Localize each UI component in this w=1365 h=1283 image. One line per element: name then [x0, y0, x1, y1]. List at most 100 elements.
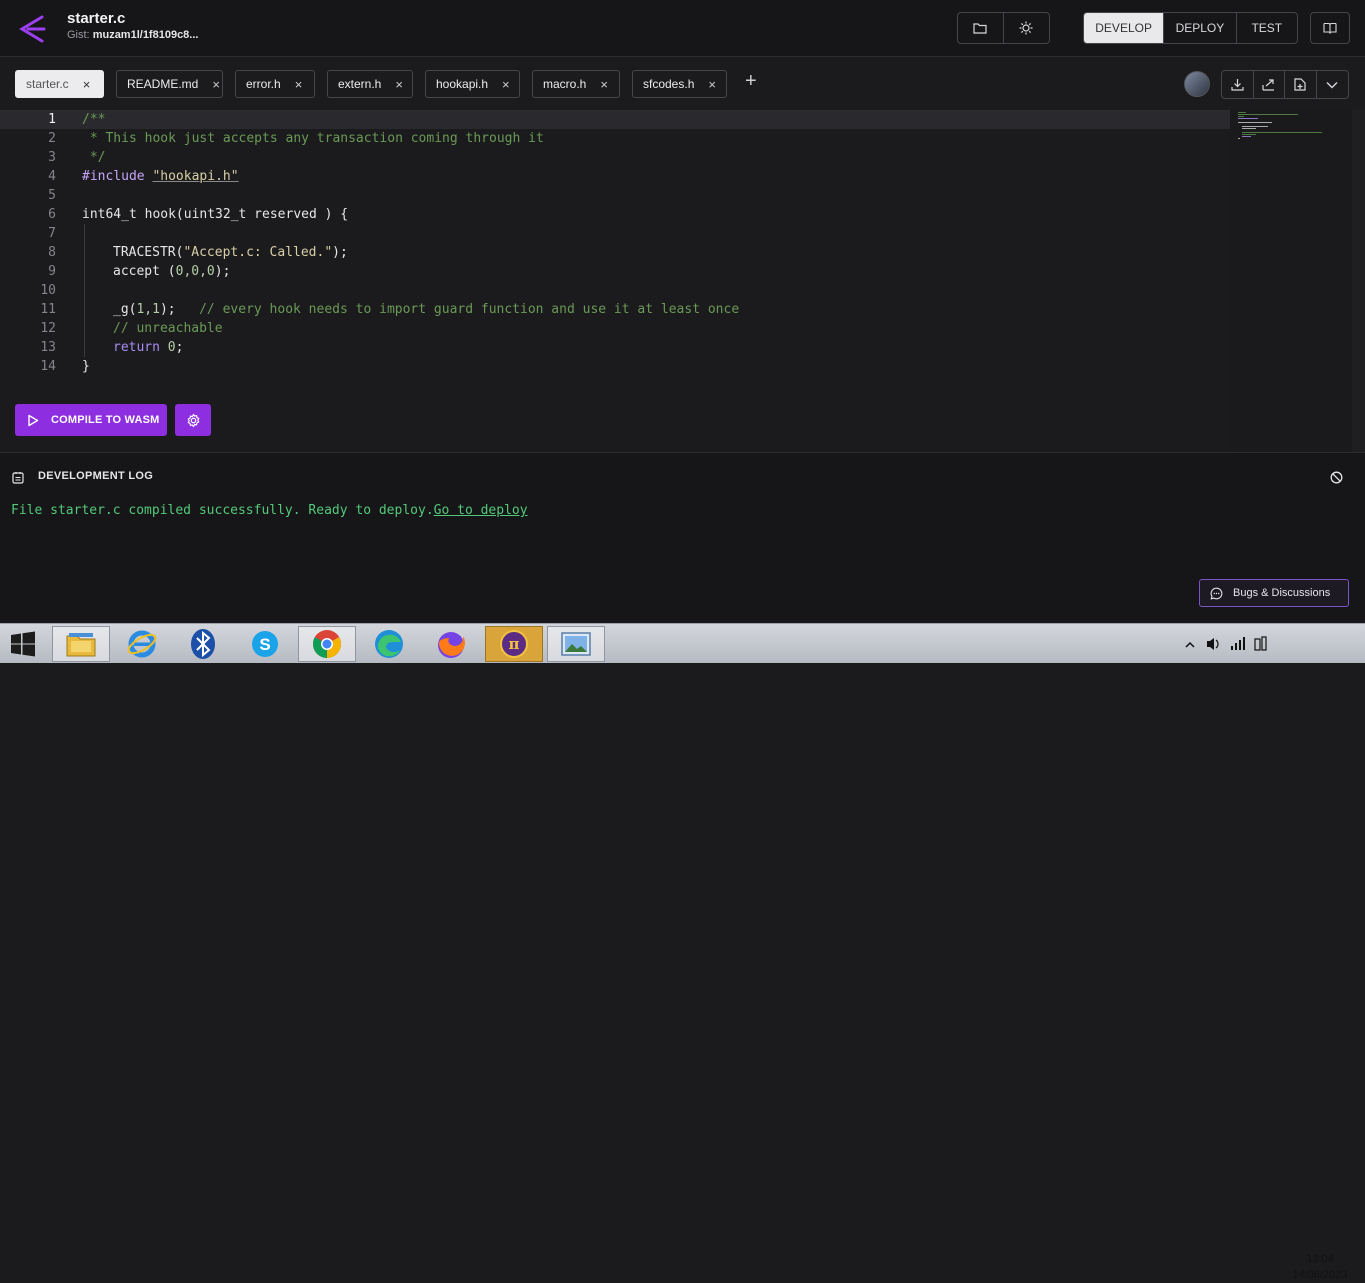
tab-test[interactable]: TEST	[1237, 13, 1297, 43]
more-actions-button[interactable]	[1317, 71, 1348, 98]
file-tab-label: error.h	[246, 77, 281, 91]
close-icon[interactable]: ×	[600, 77, 608, 92]
code-line: 7	[0, 224, 1230, 243]
new-file-button[interactable]	[1285, 71, 1317, 98]
line-number: 6	[48, 207, 56, 222]
code-token: );	[159, 302, 176, 317]
header-tools	[957, 12, 1050, 44]
svg-text:π: π	[509, 635, 520, 653]
line-number: 9	[48, 264, 56, 279]
file-tab-sfcodes-h[interactable]: sfcodes.h ×	[632, 70, 727, 98]
code-line: 11 _g(1,1); // every hook needs to import…	[0, 300, 1230, 319]
taskbar-bluetooth[interactable]	[174, 626, 232, 662]
go-to-deploy-link[interactable]: Go to deploy	[434, 503, 528, 518]
code-line: 14}	[0, 357, 1230, 376]
file-actions	[1221, 70, 1349, 99]
firefox-icon	[438, 632, 465, 658]
open-folder-button[interactable]	[958, 13, 1004, 43]
gist-id[interactable]: muzam1l/1f8109c8...	[93, 29, 199, 41]
editor-scrollbar[interactable]	[1352, 110, 1365, 452]
file-explorer-icon	[66, 633, 96, 657]
sun-icon	[1019, 21, 1033, 35]
close-icon[interactable]: ×	[395, 77, 403, 92]
log-entry: File starter.c compiled successfully. Re…	[11, 503, 528, 518]
code-line: 8 TRACESTR("Accept.c: Called.");	[0, 243, 1230, 262]
close-icon[interactable]: ×	[295, 77, 303, 92]
taskbar-file-explorer[interactable]	[52, 626, 110, 662]
download-button[interactable]	[1222, 71, 1254, 98]
code-line: 9 accept (0,0,0);	[0, 262, 1230, 281]
include-file-link[interactable]: "hookapi.h"	[152, 169, 238, 184]
taskbar-chrome[interactable]	[298, 626, 356, 662]
share-button[interactable]	[1254, 71, 1285, 98]
clear-log-icon[interactable]	[1330, 471, 1343, 484]
taskbar-photos[interactable]	[547, 626, 605, 662]
number-literal: 0,0,0	[175, 264, 215, 279]
code-token: accept (	[113, 264, 176, 279]
code-text: accept (0,0,0);	[113, 264, 230, 279]
file-tab-readme-md[interactable]: README.md ×	[116, 70, 223, 98]
code-text: #include "hookapi.h"	[82, 169, 239, 184]
file-plus-icon	[1294, 78, 1306, 91]
file-tab-error-h[interactable]: error.h ×	[235, 70, 315, 98]
add-file-icon[interactable]: +	[745, 70, 757, 93]
play-icon	[28, 414, 39, 426]
code-line: 6 int64_t hook(uint32_t reserved ) {	[0, 205, 1230, 224]
line-number: 10	[40, 283, 56, 298]
line-number: 3	[48, 150, 56, 165]
chat-icon	[1210, 587, 1223, 600]
file-tab-label: sfcodes.h	[643, 77, 695, 91]
theme-toggle-button[interactable]	[1004, 13, 1050, 43]
code-text: TRACESTR("Accept.c: Called.");	[113, 245, 348, 260]
close-icon[interactable]: ×	[83, 77, 91, 92]
editor-minimap[interactable]	[1230, 110, 1352, 452]
line-number: 8	[48, 245, 56, 260]
code-line: 1 /**	[0, 110, 1230, 129]
compile-label: COMPILE TO WASM	[51, 414, 160, 426]
taskbar-edge[interactable]	[360, 626, 418, 662]
docs-button[interactable]	[1311, 13, 1349, 43]
file-tab-label: macro.h	[543, 77, 587, 91]
system-tray[interactable]	[1183, 636, 1353, 652]
code-text: */	[82, 150, 106, 165]
file-tab-hookapi-h[interactable]: hookapi.h ×	[425, 70, 520, 98]
taskbar-firefox[interactable]	[422, 626, 480, 662]
taskbar-skype[interactable]: S	[236, 626, 294, 662]
tab-deploy[interactable]: DEPLOY	[1164, 13, 1237, 43]
mode-switcher: DEVELOP DEPLOY TEST	[1083, 12, 1298, 44]
pi-browser-icon: π	[500, 630, 528, 658]
bugs-label: Bugs & Discussions	[1233, 587, 1331, 599]
photos-icon	[561, 632, 591, 656]
file-tab-starter-c[interactable]: starter.c ×	[15, 70, 104, 98]
taskbar-pi-browser[interactable]: π	[485, 626, 543, 662]
code-token: );	[332, 245, 348, 260]
taskbar-clock[interactable]: 13:04 14/06/2023	[1285, 1251, 1355, 1283]
compile-to-wasm-button[interactable]: COMPILE TO WASM	[15, 404, 167, 436]
top-bar: starter.c Gist: muzam1l/1f8109c8... DEVE…	[0, 0, 1365, 57]
close-icon[interactable]: ×	[708, 77, 716, 92]
number-literal: 0	[167, 340, 176, 355]
code-text: return 0;	[113, 340, 183, 355]
development-log-header	[0, 452, 1365, 500]
taskbar-internet-explorer[interactable]	[113, 626, 171, 662]
code-line: 5	[0, 186, 1230, 205]
close-icon[interactable]: ×	[212, 77, 220, 92]
bugs-discussions-button[interactable]: Bugs & Discussions	[1199, 579, 1349, 607]
book-icon	[1323, 22, 1337, 34]
chevron-down-icon	[1326, 81, 1338, 88]
file-tab-macro-h[interactable]: macro.h ×	[532, 70, 620, 98]
hooks-builder-logo-icon[interactable]	[16, 14, 46, 44]
svg-text:S: S	[259, 635, 270, 654]
start-button[interactable]	[0, 626, 46, 662]
code-text: _g(1,1); // every hook needs to import g…	[113, 302, 739, 317]
windows-taskbar: S π 13:04 14/06/2023	[0, 623, 1365, 1281]
code-editor[interactable]: 1 /** 2 * This hook just accepts any tran…	[0, 110, 1230, 380]
code-line: 2 * This hook just accepts any transacti…	[0, 129, 1230, 148]
compile-settings-button[interactable]	[175, 404, 211, 436]
close-icon[interactable]: ×	[502, 77, 510, 92]
user-avatar[interactable]	[1184, 71, 1210, 97]
gear-icon	[187, 413, 199, 427]
chrome-icon	[313, 630, 341, 658]
tab-develop[interactable]: DEVELOP	[1084, 13, 1165, 43]
file-tab-extern-h[interactable]: extern.h ×	[327, 70, 413, 98]
